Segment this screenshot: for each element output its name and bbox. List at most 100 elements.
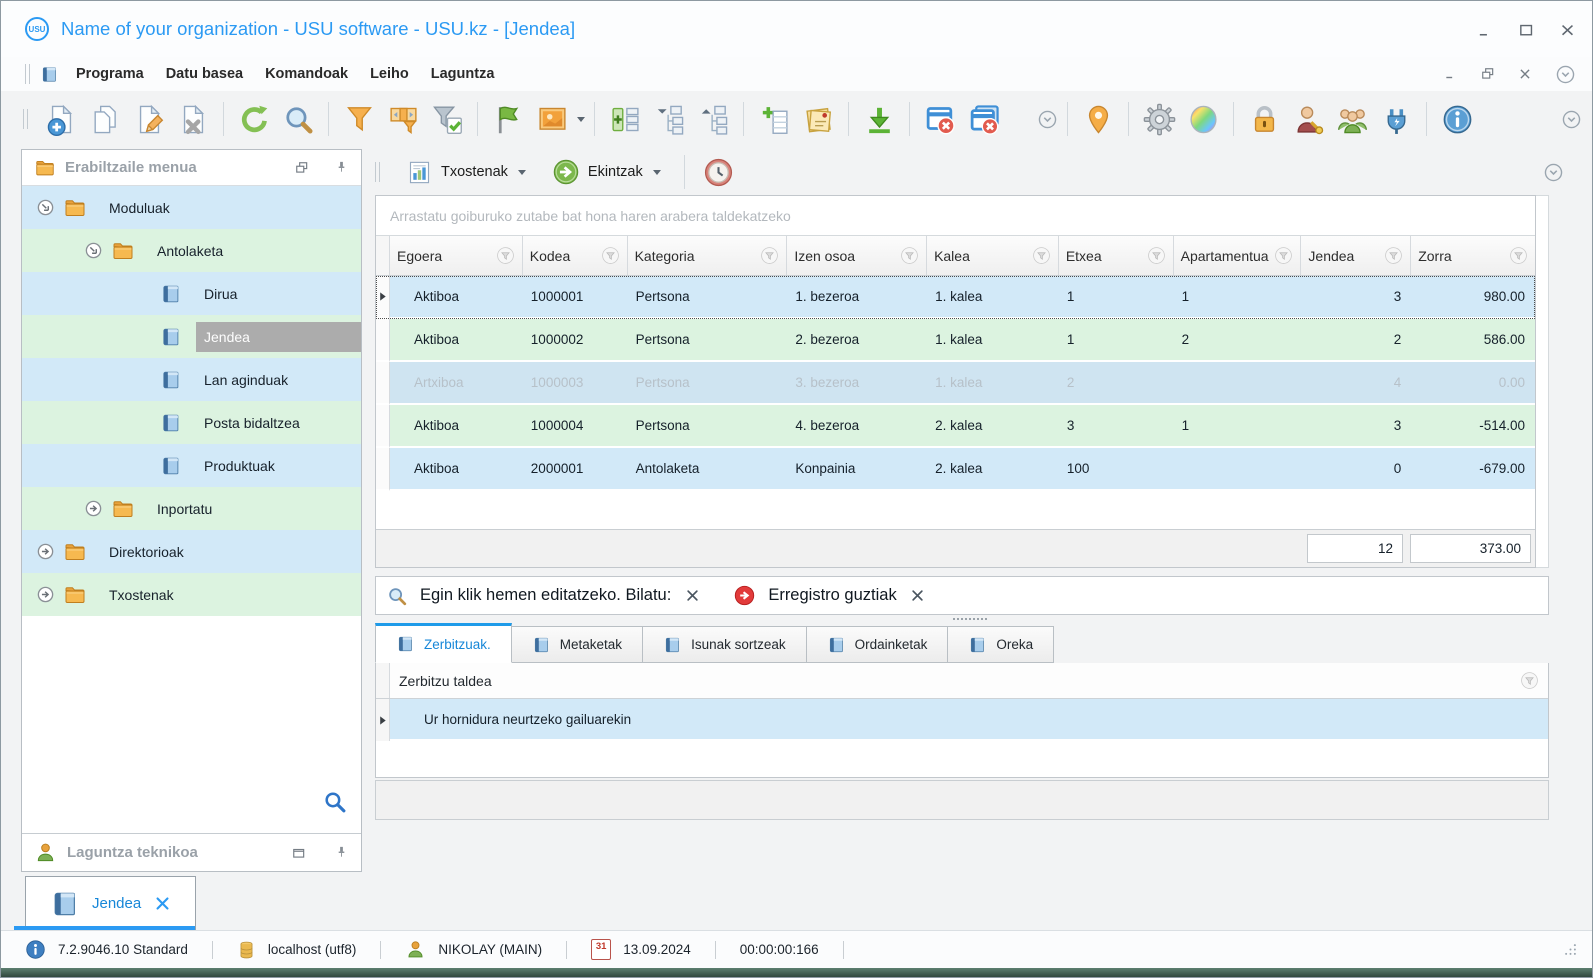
column-header-egoera[interactable]: Egoera [390, 236, 523, 275]
table-row-archived[interactable]: Artxiboa 1000003 Pertsona 3. bezeroa 1. … [376, 362, 1535, 405]
menu-laguntza[interactable]: Laguntza [420, 62, 506, 86]
tab-oreka[interactable]: Oreka [948, 626, 1055, 663]
column-header-kalea[interactable]: Kalea [927, 236, 1059, 275]
table-row[interactable]: Aktiboa 1000002 Pertsona 2. bezeroa 1. k… [376, 319, 1535, 362]
tree-item-label[interactable]: Produktuak [196, 451, 283, 481]
cell-izen-osoa[interactable]: 2. bezeroa [787, 319, 928, 362]
refresh-button[interactable] [233, 97, 275, 141]
column-filter-icon[interactable] [1274, 246, 1293, 265]
expand-node-icon[interactable] [36, 542, 55, 561]
menu-komandoak[interactable]: Komandoak [254, 62, 359, 86]
document-tab-label[interactable]: Jendea [92, 895, 141, 912]
cell-egoera[interactable]: Aktiboa [390, 405, 523, 448]
cell-zerbitzu-taldea[interactable]: Ur hornidura neurtzeko gailuarekin [390, 699, 1548, 741]
actions-dropdown-button[interactable]: Ekintzak [542, 154, 671, 190]
export-button[interactable] [858, 97, 900, 141]
tab-metaketak[interactable]: Metaketak [511, 626, 644, 663]
expand-node-icon[interactable] [36, 585, 55, 604]
menu-leiho[interactable]: Leiho [359, 62, 420, 86]
toolbar-overflow-chevron[interactable] [1561, 109, 1582, 130]
tree-item-label[interactable]: Posta bidaltzea [196, 408, 308, 438]
column-filter-icon[interactable] [1509, 246, 1528, 265]
column-filter-icon[interactable] [1147, 246, 1166, 265]
cell-etxea[interactable]: 1 [1058, 276, 1174, 319]
lock-button[interactable] [1243, 97, 1285, 141]
delete-record-button[interactable] [172, 97, 214, 141]
cell-zorra[interactable]: -679.00 [1411, 448, 1535, 491]
tree-item-txostenak[interactable]: Txostenak [22, 573, 361, 616]
cell-egoera[interactable]: Aktiboa [390, 319, 523, 362]
cell-kalea[interactable]: 2. kalea [927, 405, 1059, 448]
column-header-izen-osoa[interactable]: Izen osoa [787, 236, 928, 275]
tab-isunak-sortzeak[interactable]: Isunak sortzeak [643, 626, 807, 663]
tree-item-antolaketa[interactable]: Antolaketa [22, 229, 361, 272]
reports-dropdown-button[interactable]: Txostenak [396, 155, 536, 190]
color-palette-button[interactable] [1182, 97, 1224, 141]
scheduler-clock-button[interactable] [698, 150, 740, 194]
tree-item-dirua[interactable]: Dirua [22, 272, 361, 315]
column-filter-icon[interactable] [1032, 246, 1051, 265]
column-filter-icon[interactable] [1384, 246, 1403, 265]
close-button[interactable] [1559, 22, 1574, 37]
detail-row[interactable]: Ur hornidura neurtzeko gailuarekin [376, 699, 1548, 741]
support-panel[interactable]: Laguntza teknikoa [22, 833, 361, 871]
tree-search-icon[interactable] [322, 789, 347, 819]
cell-kategoria[interactable]: Antolaketa [627, 448, 788, 491]
group-rows-button[interactable] [604, 97, 646, 141]
column-header-zorra[interactable]: Zorra [1411, 236, 1535, 275]
column-header-etxea[interactable]: Etxea [1059, 236, 1174, 275]
cell-kodea[interactable]: 2000001 [522, 448, 628, 491]
minimize-button[interactable] [1477, 22, 1492, 37]
tree-item-label[interactable]: Moduluak [101, 193, 178, 223]
cell-apartamentua[interactable] [1173, 362, 1302, 405]
image-view-caret[interactable] [577, 116, 585, 122]
cell-apartamentua[interactable]: 1 [1173, 276, 1302, 319]
support-pin-icon[interactable] [334, 845, 349, 860]
collapse-tree-button[interactable] [648, 97, 690, 141]
cell-kategoria[interactable]: Pertsona [627, 362, 788, 405]
cell-kodea[interactable]: 1000002 [522, 319, 628, 362]
cell-egoera[interactable]: Aktiboa [390, 276, 523, 319]
plugin-button[interactable] [1375, 97, 1417, 141]
toolbar-overflow-chevron[interactable] [1037, 109, 1058, 130]
panel-overflow-chevron[interactable] [1543, 162, 1564, 183]
cell-etxea[interactable]: 2 [1058, 362, 1174, 405]
tree-item-label[interactable]: Antolaketa [149, 236, 231, 266]
cell-jendea[interactable]: 3 [1301, 276, 1412, 319]
tree-item-label[interactable]: Txostenak [101, 580, 182, 610]
column-header-apartamentua[interactable]: Apartamentua [1174, 236, 1302, 275]
cell-izen-osoa[interactable]: 4. bezeroa [787, 405, 928, 448]
cell-egoera[interactable]: Artxiboa [390, 362, 523, 405]
cell-apartamentua[interactable]: 2 [1173, 319, 1302, 362]
tree-item-label[interactable]: Direktorioak [101, 537, 192, 567]
table-row[interactable]: Aktiboa 2000001 Antolaketa Konpainia 2. … [376, 448, 1535, 491]
close-document-tab-button[interactable] [153, 895, 171, 913]
tree-item-lan-aginduak[interactable]: Lan aginduak [22, 358, 361, 401]
column-header-zerbitzu-taldea[interactable]: Zerbitzu taldea [390, 663, 1548, 698]
filter-scope-label[interactable]: Erregistro guztiak [768, 586, 896, 605]
mdi-close-button[interactable] [1518, 67, 1533, 82]
cell-zorra[interactable]: 980.00 [1411, 276, 1535, 319]
cell-jendea[interactable]: 0 [1301, 448, 1412, 491]
column-filter-icon[interactable] [1520, 671, 1539, 690]
tree-item-label[interactable]: Lan aginduak [196, 365, 296, 395]
clear-search-button[interactable] [683, 587, 701, 605]
cell-kategoria[interactable]: Pertsona [627, 276, 788, 319]
tree-item-posta-bidaltzea[interactable]: Posta bidaltzea [22, 401, 361, 444]
expand-node-icon[interactable] [84, 499, 103, 518]
tab-zerbitzuak[interactable]: Zerbitzuak. [375, 623, 512, 663]
cell-kalea[interactable]: 1. kalea [927, 362, 1059, 405]
cell-etxea[interactable]: 3 [1058, 405, 1174, 448]
settings-button[interactable] [1138, 97, 1180, 141]
horizontal-splitter[interactable] [375, 615, 1564, 623]
cell-kalea[interactable]: 1. kalea [927, 319, 1059, 362]
copy-record-button[interactable] [84, 97, 126, 141]
cell-zorra[interactable]: 0.00 [1411, 362, 1535, 405]
cell-kodea[interactable]: 1000001 [522, 276, 628, 319]
support-maximize-icon[interactable] [292, 846, 306, 860]
cell-zorra[interactable]: 586.00 [1411, 319, 1535, 362]
user-permissions-button[interactable] [1287, 97, 1329, 141]
cell-izen-osoa[interactable]: 1. bezeroa [787, 276, 928, 319]
cell-apartamentua[interactable]: 1 [1173, 405, 1302, 448]
users-button[interactable] [1331, 97, 1373, 141]
